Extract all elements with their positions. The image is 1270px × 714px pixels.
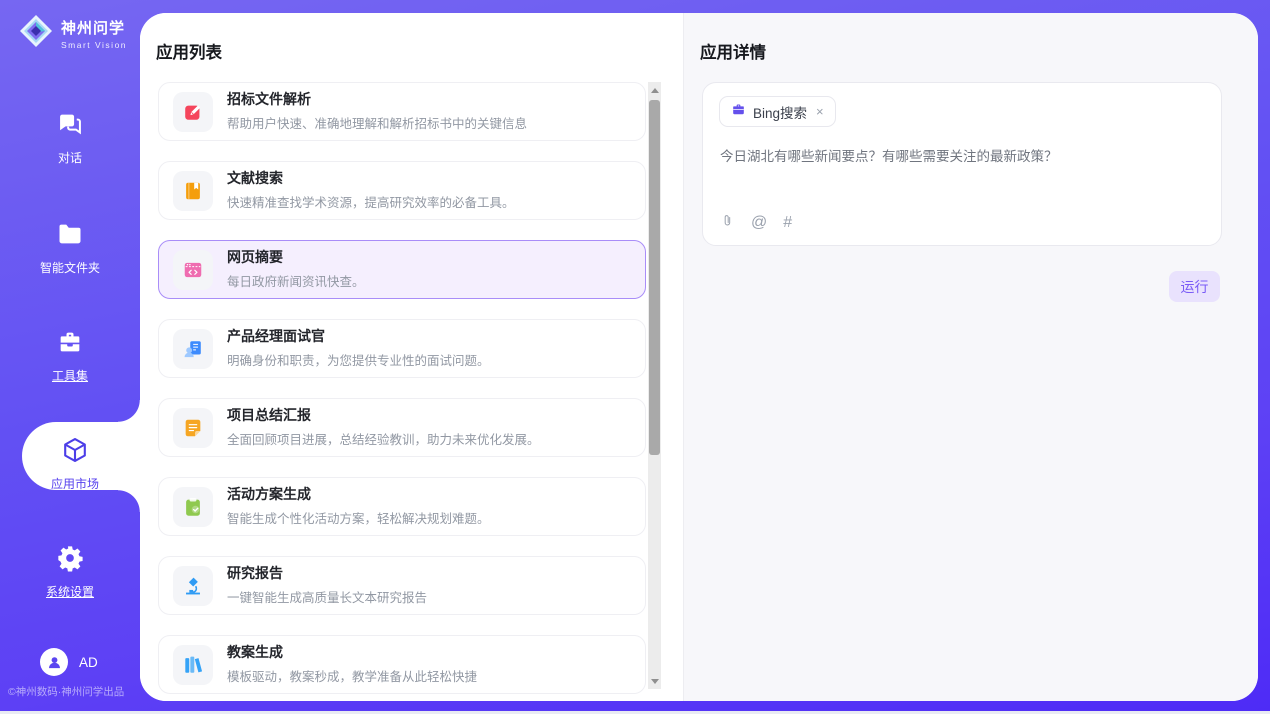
sidebar-item-toolset[interactable]: 工具集 xyxy=(0,328,140,384)
app-card-description: 帮助用户快速、准确地理解和解析招标书中的关键信息 xyxy=(227,113,527,132)
app-card-title: 研究报告 xyxy=(227,565,427,582)
app-card-title: 项目总结汇报 xyxy=(227,407,540,424)
app-detail-title: 应用详情 xyxy=(700,39,766,63)
gear-icon xyxy=(56,544,84,572)
logo-subtitle: Smart Vision xyxy=(61,40,127,50)
toolbox-icon xyxy=(56,328,84,356)
app-detail-panel: 应用详情 Bing搜索 × 今日湖北有哪些新闻要点？有哪些需要关注的最新政策？ xyxy=(683,13,1258,701)
app-card-description: 每日政府新闻资讯快查。 xyxy=(227,271,365,290)
app-card-list: 招标文件解析帮助用户快速、准确地理解和解析招标书中的关键信息文献搜索快速精准查找… xyxy=(158,82,646,694)
copyright-text: ©神州数码·神州问学出品 xyxy=(8,684,140,699)
app-card-title: 招标文件解析 xyxy=(227,91,527,108)
app-card-project-summary[interactable]: 项目总结汇报全面回顾项目进展，总结经验教训，助力未来优化发展。 xyxy=(158,398,646,457)
app-card-title: 教案生成 xyxy=(227,644,477,661)
hash-icon[interactable]: # xyxy=(783,214,792,232)
cube-icon xyxy=(61,436,89,464)
sidebar-item-label: 智能文件夹 xyxy=(0,259,140,276)
app-card-tender-analysis[interactable]: 招标文件解析帮助用户快速、准确地理解和解析招标书中的关键信息 xyxy=(158,82,646,141)
user-name: AD xyxy=(79,655,98,670)
input-toolbar: @ # xyxy=(720,213,792,233)
sidebar-item-label: 工具集 xyxy=(0,367,140,384)
user-account[interactable]: AD xyxy=(40,648,98,676)
sidebar-item-label: 系统设置 xyxy=(0,583,140,600)
app-card-description: 全面回顾项目进展，总结经验教训，助力未来优化发展。 xyxy=(227,429,540,448)
scroll-down-icon[interactable] xyxy=(648,674,661,688)
books-icon xyxy=(173,645,213,685)
logo-title: 神州问学 xyxy=(61,17,127,38)
app-card-description: 快速精准查找学术资源，提高研究效率的必备工具。 xyxy=(227,192,515,211)
app-card-pm-interviewer[interactable]: 产品经理面试官明确身份和职责，为您提供专业性的面试问题。 xyxy=(158,319,646,378)
sidebar-item-chat[interactable]: 对话 xyxy=(0,110,140,166)
app-card-title: 产品经理面试官 xyxy=(227,328,490,345)
microscope-icon xyxy=(173,566,213,606)
app-card-description: 智能生成个性化活动方案，轻松解决规划难题。 xyxy=(227,508,490,527)
tool-chip-bing-search[interactable]: Bing搜索 × xyxy=(719,96,836,127)
app-card-literature-search[interactable]: 文献搜索快速精准查找学术资源，提高研究效率的必备工具。 xyxy=(158,161,646,220)
app-list-panel: 应用列表 招标文件解析帮助用户快速、准确地理解和解析招标书中的关键信息文献搜索快… xyxy=(140,13,683,701)
book-icon xyxy=(173,171,213,211)
sidebar-item-label: 对话 xyxy=(0,149,140,166)
scroll-up-icon[interactable] xyxy=(648,83,661,97)
query-text-input[interactable]: 今日湖北有哪些新闻要点？有哪些需要关注的最新政策？ xyxy=(720,145,1205,165)
note-icon xyxy=(173,408,213,448)
app-card-title: 文献搜索 xyxy=(227,170,515,187)
query-input-card[interactable]: Bing搜索 × 今日湖北有哪些新闻要点？有哪些需要关注的最新政策？ @ # xyxy=(702,82,1222,246)
avatar xyxy=(40,648,68,676)
scrollbar[interactable] xyxy=(648,82,661,689)
app-card-description: 模板驱动，教案秒成，教学准备从此轻松快捷 xyxy=(227,666,477,685)
logo-diamond-icon xyxy=(18,13,54,54)
app-logo: 神州问学 Smart Vision xyxy=(18,13,127,54)
scrollbar-thumb[interactable] xyxy=(649,100,660,455)
app-card-research-report[interactable]: 研究报告一键智能生成高质量长文本研究报告 xyxy=(158,556,646,615)
run-button[interactable]: 运行 xyxy=(1169,271,1220,302)
app-card-title: 网页摘要 xyxy=(227,249,365,266)
folder-icon xyxy=(56,220,84,248)
main-content: 应用列表 招标文件解析帮助用户快速、准确地理解和解析招标书中的关键信息文献搜索快… xyxy=(140,13,1258,701)
briefcase-icon xyxy=(731,102,746,122)
sidebar-item-smart-folder[interactable]: 智能文件夹 xyxy=(0,220,140,276)
app-list-title: 应用列表 xyxy=(156,39,222,63)
tool-chip-label: Bing搜索 xyxy=(753,102,807,122)
sidebar: 神州问学 Smart Vision 对话智能文件夹工具集应用市场系统设置 AD … xyxy=(0,0,140,711)
edit-doc-icon xyxy=(173,92,213,132)
sidebar-item-system-settings[interactable]: 系统设置 xyxy=(0,544,140,600)
close-icon[interactable]: × xyxy=(816,105,824,118)
mention-icon[interactable]: @ xyxy=(751,214,767,232)
app-window: 神州问学 Smart Vision 对话智能文件夹工具集应用市场系统设置 AD … xyxy=(0,0,1270,714)
clipboard-check-icon xyxy=(173,487,213,527)
paperclip-icon[interactable] xyxy=(720,213,735,233)
interviewer-icon xyxy=(173,329,213,369)
browser-code-icon xyxy=(173,250,213,290)
app-card-description: 一键智能生成高质量长文本研究报告 xyxy=(227,587,427,606)
chat-icon xyxy=(56,110,84,138)
app-card-lesson-plan[interactable]: 教案生成模板驱动，教案秒成，教学准备从此轻松快捷 xyxy=(158,635,646,694)
sidebar-item-label: 应用市场 xyxy=(16,475,134,492)
app-card-title: 活动方案生成 xyxy=(227,486,490,503)
app-card-web-summary[interactable]: 网页摘要每日政府新闻资讯快查。 xyxy=(158,240,646,299)
app-card-description: 明确身份和职责，为您提供专业性的面试问题。 xyxy=(227,350,490,369)
app-card-activity-plan[interactable]: 活动方案生成智能生成个性化活动方案，轻松解决规划难题。 xyxy=(158,477,646,536)
sidebar-item-app-market[interactable]: 应用市场 xyxy=(16,436,134,492)
